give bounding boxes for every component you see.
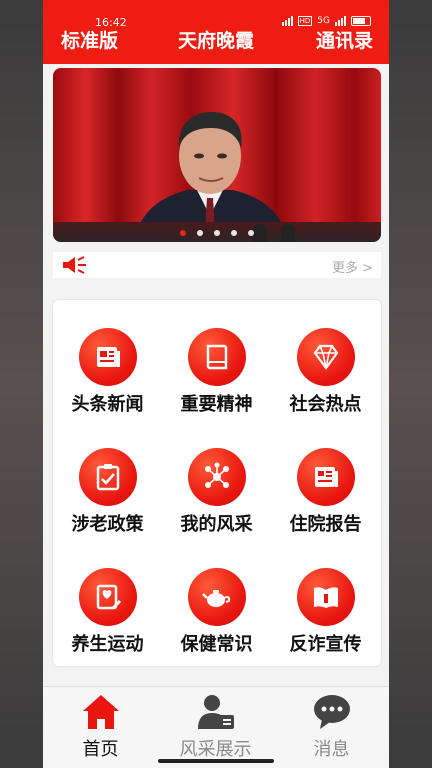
- diamond-icon: [297, 328, 355, 386]
- clipboard-check-icon: [79, 448, 137, 506]
- nav-label: 消息: [313, 739, 350, 760]
- contacts-button[interactable]: 通讯录: [316, 26, 373, 53]
- battery-icon: [351, 16, 371, 26]
- user-card-icon: [198, 695, 234, 729]
- grid-item-health-exercise[interactable]: 养生运动: [53, 540, 162, 660]
- carousel-dots: [53, 230, 381, 236]
- carousel-dot[interactable]: [248, 230, 254, 236]
- grid-item-label: 我的风采: [180, 514, 253, 535]
- grid-item-label: 重要精神: [180, 394, 253, 415]
- grid-item-anti-fraud[interactable]: 反诈宣传: [271, 540, 380, 660]
- grid-item-label: 住院报告: [289, 514, 362, 535]
- grid-item-headline-news[interactable]: 头条新闻: [53, 300, 162, 420]
- nav-label: 首页: [82, 739, 119, 760]
- chat-bubble-icon: [314, 695, 350, 729]
- hd-badge: HD: [297, 16, 313, 26]
- more-link[interactable]: 更多 >: [332, 257, 373, 276]
- grid-item-label: 涉老政策: [71, 514, 144, 535]
- grid-item-health-knowledge[interactable]: 保健常识: [162, 540, 271, 660]
- book-icon: [188, 328, 246, 386]
- background-right: [389, 0, 432, 768]
- speaker-icon: [63, 256, 86, 274]
- grid-item-my-style[interactable]: 我的风采: [162, 420, 271, 540]
- nav-label: 风采展示: [179, 739, 252, 760]
- notice-bar[interactable]: 更多 >: [53, 252, 381, 278]
- background-left: [0, 0, 43, 768]
- teapot-icon: [188, 568, 246, 626]
- feature-grid: 头条新闻 重要精神 社会热点 涉老政策 我的风采 住院报告 养生运动 保健常识 …: [53, 300, 381, 666]
- signal-label: 5G: [317, 16, 330, 26]
- grid-item-social-hotspot[interactable]: 社会热点: [271, 300, 380, 420]
- share-nodes-icon: [188, 448, 246, 506]
- carousel-dot[interactable]: [180, 230, 186, 236]
- carousel-dot[interactable]: [197, 230, 203, 236]
- bottom-nav: 首页 风采展示 消息: [43, 686, 389, 768]
- grid-item-label: 头条新闻: [71, 394, 144, 415]
- grid-item-label: 社会热点: [289, 394, 362, 415]
- signal-bars-icon: [335, 16, 346, 26]
- grid-item-label: 保健常识: [180, 634, 253, 655]
- status-icons: HD 5G: [281, 16, 371, 26]
- phone-screen: 16:42 HD 5G 标准版 天府晚霞 通讯录 更多 > 头条新闻 重要精神 …: [43, 0, 389, 768]
- report-icon: [297, 448, 355, 506]
- grid-item-hospital-report[interactable]: 住院报告: [271, 420, 380, 540]
- open-book-icon: [297, 568, 355, 626]
- carousel-dot[interactable]: [214, 230, 220, 236]
- home-indicator[interactable]: [158, 759, 274, 763]
- app-header: 16:42 HD 5G 标准版 天府晚霞 通讯录: [43, 0, 389, 64]
- grid-item-elderly-policy[interactable]: 涉老政策: [53, 420, 162, 540]
- carousel-dot[interactable]: [231, 230, 237, 236]
- signal-icon: [281, 16, 293, 26]
- grid-item-label: 养生运动: [71, 634, 144, 655]
- newspaper-icon: [79, 328, 137, 386]
- home-icon: [83, 695, 119, 729]
- grid-item-important-spirit[interactable]: 重要精神: [162, 300, 271, 420]
- grid-item-label: 反诈宣传: [289, 634, 362, 655]
- heart-pen-icon: [79, 568, 137, 626]
- banner-carousel[interactable]: [53, 68, 381, 242]
